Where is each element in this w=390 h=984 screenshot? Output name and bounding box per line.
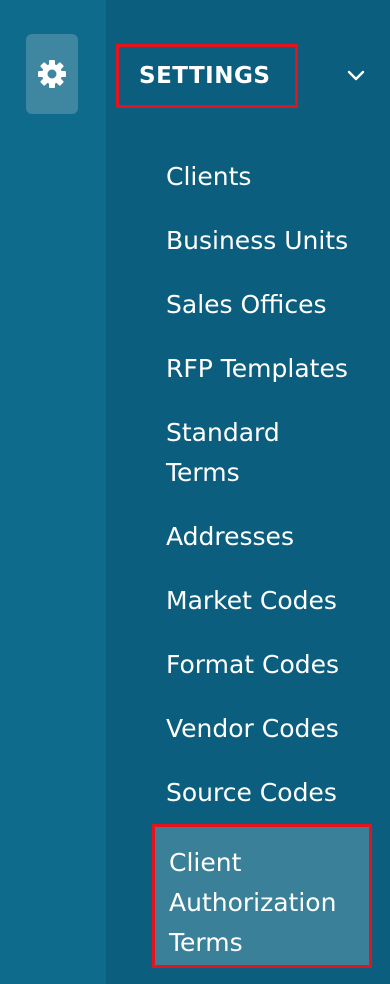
menu-item-market-codes[interactable]: Market Codes xyxy=(166,581,376,621)
menu-item-rfp-templates[interactable]: RFP Templates xyxy=(166,349,376,389)
app-shell: SETTINGS Clients Business Units Sales Of… xyxy=(0,0,390,984)
menu-item-client-authorization-terms[interactable]: Client Authorization Terms xyxy=(152,824,372,968)
settings-rail-button[interactable] xyxy=(26,34,78,114)
chevron-down-icon[interactable] xyxy=(346,66,366,86)
icon-rail xyxy=(0,0,106,984)
gear-icon xyxy=(38,60,66,88)
menu-item-clients[interactable]: Clients xyxy=(166,157,376,197)
settings-section-title: SETTINGS xyxy=(116,44,298,108)
settings-panel: SETTINGS Clients Business Units Sales Of… xyxy=(106,0,390,984)
menu-item-standard-terms[interactable]: Standard Terms xyxy=(166,413,316,493)
menu-item-addresses[interactable]: Addresses xyxy=(166,517,376,557)
menu-item-source-codes[interactable]: Source Codes xyxy=(166,773,376,813)
menu-item-sales-offices[interactable]: Sales Offices xyxy=(166,285,376,325)
menu-item-vendor-codes[interactable]: Vendor Codes xyxy=(166,709,376,749)
settings-section-header[interactable]: SETTINGS xyxy=(116,44,380,108)
menu-item-format-codes[interactable]: Format Codes xyxy=(166,645,376,685)
menu-item-business-units[interactable]: Business Units xyxy=(166,221,376,261)
